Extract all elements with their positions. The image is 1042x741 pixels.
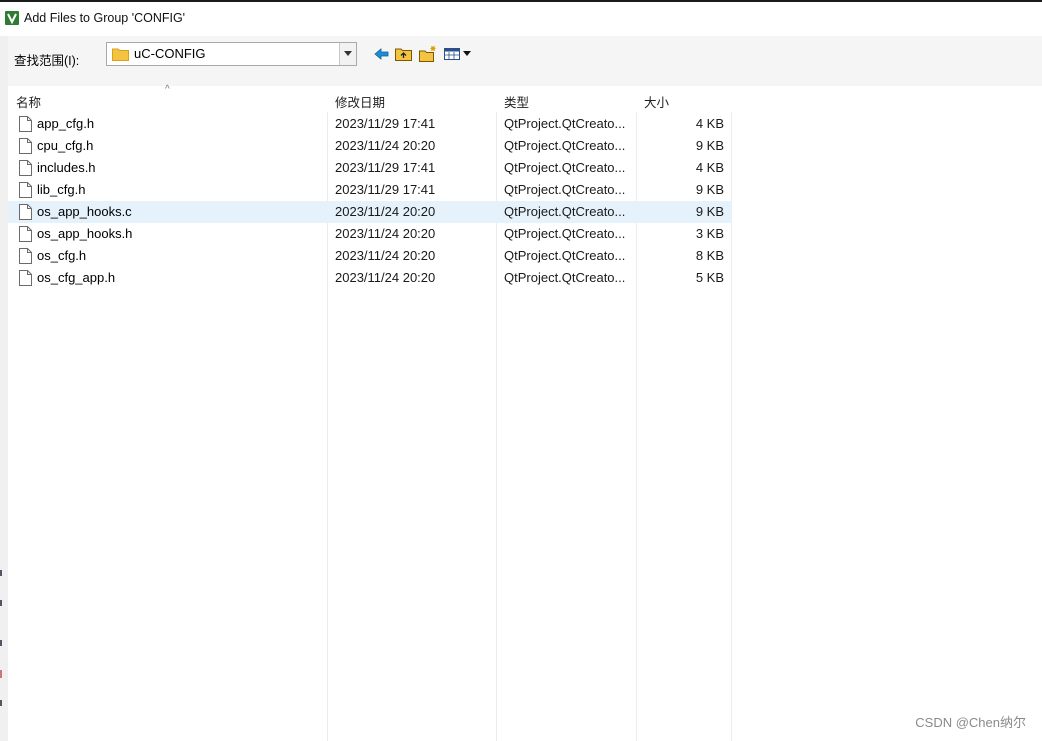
watermark: CSDN @Chen纳尔 <box>915 715 1026 730</box>
file-date: 2023/11/24 20:20 <box>335 248 436 263</box>
file-type: QtProject.QtCreato... <box>504 160 626 175</box>
file-icon <box>19 248 32 264</box>
file-size: 9 KB <box>695 204 724 219</box>
file-name: os_app_hooks.h <box>37 226 133 241</box>
file-icon <box>19 204 32 220</box>
file-row[interactable]: os_cfg.h 2023/11/24 20:20 QtProject.QtCrea… <box>8 245 732 267</box>
view-menu-icon[interactable] <box>443 45 473 63</box>
file-row[interactable]: os_cfg_app.h 2023/11/24 20:20 QtProject.Qt… <box>8 267 732 289</box>
header-name[interactable]: 名称 <box>16 92 41 111</box>
back-icon[interactable] <box>372 45 392 63</box>
file-size: 8 KB <box>695 248 724 263</box>
file-date: 2023/11/29 17:41 <box>335 116 436 131</box>
header-type[interactable]: 类型 <box>504 92 529 111</box>
file-row[interactable]: cpu_cfg.h 2023/11/24 20:20 QtProject.QtCre… <box>8 135 732 157</box>
chevron-down-icon <box>344 51 352 56</box>
file-type: QtProject.QtCreato... <box>504 182 626 197</box>
background-window-edge <box>0 570 2 706</box>
up-folder-icon[interactable] <box>394 45 414 63</box>
folder-icon <box>112 48 129 61</box>
file-date: 2023/11/24 20:20 <box>335 270 436 285</box>
sort-ascending-icon: ^ <box>165 84 170 95</box>
file-name: os_cfg_app.h <box>37 270 116 285</box>
file-size: 4 KB <box>695 160 724 175</box>
file-icon <box>19 182 32 198</box>
look-in-label: 查找范围(I): <box>14 54 80 68</box>
file-date: 2023/11/24 20:20 <box>335 226 436 241</box>
look-in-combo[interactable]: uC-CONFIG <box>106 42 357 66</box>
file-icon <box>19 138 32 154</box>
file-date: 2023/11/29 17:41 <box>335 182 436 197</box>
file-row[interactable]: includes.h 2023/11/29 17:41 QtProject.QtCr… <box>8 157 732 179</box>
file-icon <box>19 226 32 242</box>
file-date: 2023/11/24 20:20 <box>335 138 436 153</box>
file-name: lib_cfg.h <box>37 182 86 197</box>
add-files-dialog: Add Files to Group 'CONFIG' 查找范围(I): uC-… <box>0 0 1042 741</box>
file-list[interactable]: ^ 名称 修改日期 类型 大小 app_cfg.h 2023/11/29 17:4… <box>8 84 1042 741</box>
file-type: QtProject.QtCreato... <box>504 204 626 219</box>
look-in-bar: 查找范围(I): uC-CONFIG <box>0 36 1042 86</box>
file-type: QtProject.QtCreato... <box>504 248 626 263</box>
file-row[interactable]: app_cfg.h 2023/11/29 17:41 QtProject.QtCre… <box>8 113 732 135</box>
file-icon <box>19 116 32 132</box>
header-size[interactable]: 大小 <box>644 92 669 111</box>
file-size: 3 KB <box>695 226 724 241</box>
file-row[interactable]: lib_cfg.h 2023/11/29 17:41 QtProject.QtCre… <box>8 179 732 201</box>
file-row[interactable]: os_app_hooks.c 2023/11/24 20:20 QtProject.… <box>8 201 732 223</box>
keil-app-icon <box>5 11 19 25</box>
combo-dropdown-button[interactable] <box>339 43 356 65</box>
file-name: cpu_cfg.h <box>37 138 94 153</box>
file-name: os_app_hooks.c <box>37 204 132 219</box>
file-icon <box>19 160 32 176</box>
header-date[interactable]: 修改日期 <box>335 92 385 111</box>
file-size: 4 KB <box>695 116 724 131</box>
file-type: QtProject.QtCreato... <box>504 138 626 153</box>
file-type: QtProject.QtCreato... <box>504 116 626 131</box>
file-date: 2023/11/24 20:20 <box>335 204 436 219</box>
file-name: includes.h <box>37 160 96 175</box>
window-title: Add Files to Group 'CONFIG' <box>24 11 186 25</box>
file-size: 9 KB <box>695 182 724 197</box>
new-folder-icon[interactable] <box>418 45 438 63</box>
file-name: os_cfg.h <box>37 248 87 263</box>
file-size: 5 KB <box>695 270 724 285</box>
file-type: QtProject.QtCreato... <box>504 226 626 241</box>
file-name: app_cfg.h <box>37 116 95 131</box>
list-header: ^ 名称 修改日期 类型 大小 <box>8 84 732 112</box>
file-type: QtProject.QtCreato... <box>504 270 626 285</box>
look-in-value: uC-CONFIG <box>134 46 206 61</box>
title-bar: Add Files to Group 'CONFIG' <box>0 0 1042 36</box>
file-size: 9 KB <box>695 138 724 153</box>
file-date: 2023/11/29 17:41 <box>335 160 436 175</box>
file-icon <box>19 270 32 286</box>
file-row[interactable]: os_app_hooks.h 2023/11/24 20:20 QtProject.… <box>8 223 732 245</box>
